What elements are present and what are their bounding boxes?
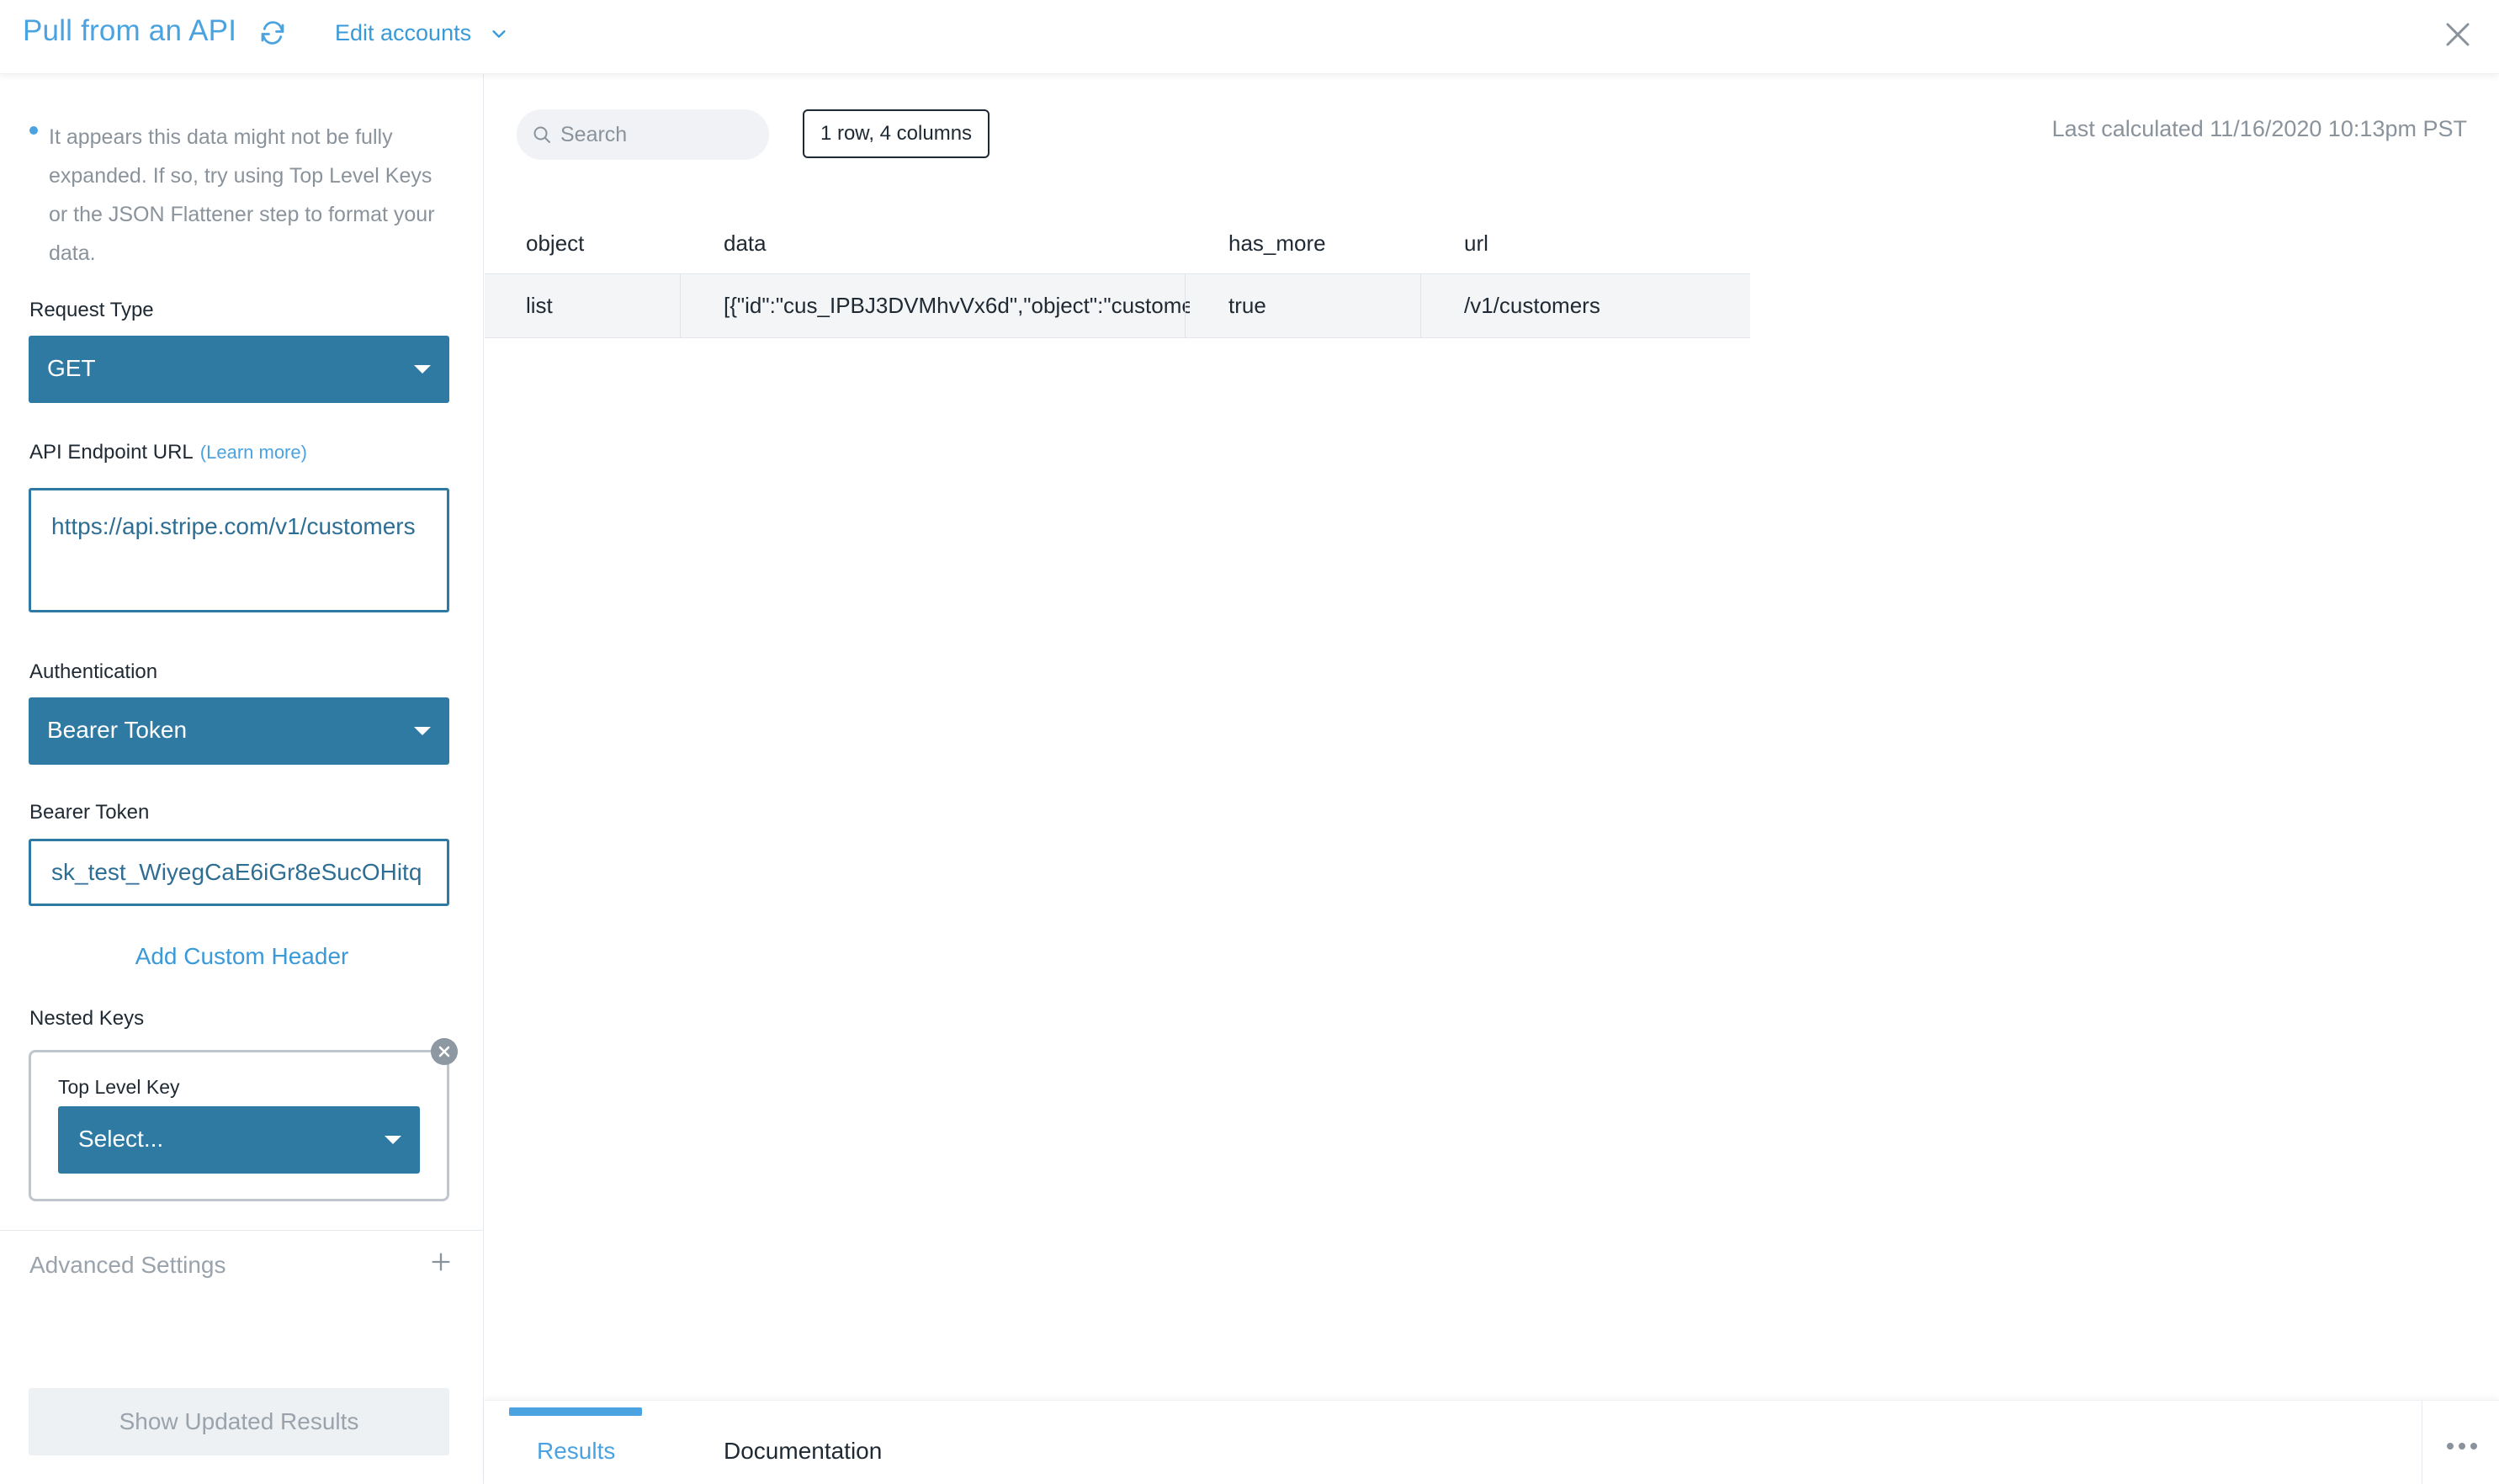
caret-down-icon <box>385 1136 401 1144</box>
search-field[interactable] <box>517 109 769 160</box>
settings-sidebar: It appears this data might not be fully … <box>0 74 484 1484</box>
nested-key-card: Top Level Key Select... <box>29 1050 449 1201</box>
caret-down-icon <box>414 365 431 374</box>
request-type-label: Request Type <box>29 299 154 321</box>
cell-data: [{"id":"cus_IPBJ3DVMhvVx6d","object":"cu… <box>724 293 1190 318</box>
search-icon <box>533 126 550 143</box>
app-window: Pull from an API Edit accounts It appear… <box>0 0 2499 1484</box>
sidebar-divider <box>0 1230 484 1231</box>
bearer-token-label: Bearer Token <box>29 801 150 824</box>
column-header-has-more[interactable]: has_more <box>1228 231 1326 257</box>
table-row[interactable]: list [{"id":"cus_IPBJ3DVMhvVx6d","object… <box>485 273 1750 338</box>
tab-documentation[interactable]: Documentation <box>724 1438 882 1465</box>
endpoint-label-row: API Endpoint URL (Learn more) <box>29 441 307 464</box>
cell-divider <box>1420 274 1421 337</box>
search-input[interactable] <box>560 109 754 160</box>
authentication-select[interactable]: Bearer Token <box>29 697 449 765</box>
page-title: Pull from an API <box>23 14 237 47</box>
nested-keys-label: Nested Keys <box>29 1007 145 1030</box>
cell-has-more: true <box>1228 293 1266 318</box>
cell-divider <box>680 274 681 337</box>
cell-divider <box>1185 274 1186 337</box>
edit-accounts-button[interactable]: Edit accounts <box>335 20 471 46</box>
request-type-value: GET <box>47 355 96 381</box>
expand-plus-icon[interactable] <box>429 1250 453 1274</box>
request-type-select[interactable]: GET <box>29 336 449 403</box>
row-count-badge: 1 row, 4 columns <box>803 109 990 158</box>
top-level-key-select[interactable]: Select... <box>58 1106 420 1174</box>
add-custom-header-button[interactable]: Add Custom Header <box>0 943 484 970</box>
caret-down-icon <box>414 727 431 735</box>
top-level-key-value: Select... <box>78 1126 164 1152</box>
top-level-key-label: Top Level Key <box>58 1076 180 1098</box>
column-header-object[interactable]: object <box>526 231 584 257</box>
last-calculated-text: Last calculated 11/16/2020 10:13pm PST <box>2051 116 2467 141</box>
learn-more-link[interactable]: (Learn more) <box>200 442 307 463</box>
advanced-settings-label[interactable]: Advanced Settings <box>29 1252 226 1279</box>
cell-url: /v1/customers <box>1464 293 1600 318</box>
show-updated-results-button[interactable]: Show Updated Results <box>29 1388 449 1455</box>
endpoint-url-input[interactable]: https://api.stripe.com/v1/customers <box>29 488 449 612</box>
header-bar: Pull from an API Edit accounts <box>0 0 2499 74</box>
note-bullet <box>29 126 38 135</box>
chevron-down-icon[interactable] <box>490 24 508 43</box>
remove-nested-key-icon[interactable] <box>431 1038 458 1065</box>
bearer-token-input[interactable]: sk_test_WiyegCaE6iGr8eSucOHitq <box>29 839 449 906</box>
expansion-note: It appears this data might not be fully … <box>49 125 435 265</box>
cell-object: list <box>526 293 553 318</box>
authentication-value: Bearer Token <box>47 717 188 743</box>
endpoint-label: API Endpoint URL <box>29 441 194 464</box>
tab-results[interactable]: Results <box>537 1438 615 1465</box>
more-options-icon[interactable] <box>2445 1441 2479 1451</box>
close-icon[interactable] <box>2443 19 2473 50</box>
column-header-data[interactable]: data <box>724 231 767 257</box>
authentication-label: Authentication <box>29 660 158 683</box>
column-header-url[interactable]: url <box>1464 231 1488 257</box>
refresh-icon[interactable] <box>257 18 288 48</box>
bottom-tab-bar: Results Documentation <box>485 1400 2499 1484</box>
active-tab-indicator <box>509 1407 642 1416</box>
